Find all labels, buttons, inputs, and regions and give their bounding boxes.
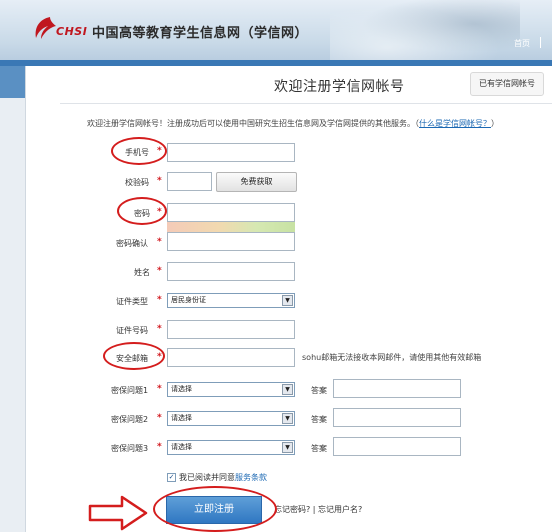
- annotation-circle-email: [103, 342, 165, 370]
- required-mark: *: [157, 176, 162, 186]
- intro-paren: ）: [491, 119, 499, 128]
- terms-link[interactable]: 服务条款: [235, 473, 267, 482]
- agree-checkbox[interactable]: ✓: [167, 473, 176, 482]
- question-1-value: 请选择: [171, 385, 192, 393]
- site-title: 中国高等教育学生信息网（学信网）: [92, 26, 309, 41]
- page-title: 欢迎注册学信网帐号: [274, 79, 405, 95]
- code-input[interactable]: [167, 172, 212, 191]
- security-question-2-select[interactable]: 请选择 ▼: [167, 411, 295, 426]
- security-question-3-select[interactable]: 请选择 ▼: [167, 440, 295, 455]
- name-input[interactable]: [167, 262, 295, 281]
- dropdown-arrow-icon: ▼: [282, 384, 293, 395]
- get-code-button[interactable]: 免费获取: [216, 172, 297, 192]
- nav-divider: [540, 37, 541, 48]
- forgot-links[interactable]: 忘记密码? | 忘记用户名?: [274, 504, 362, 515]
- security-question-1-select[interactable]: 请选择 ▼: [167, 382, 295, 397]
- chsi-logo-icon: [35, 17, 56, 39]
- confirm-password-label: 密码确认: [116, 239, 148, 248]
- answer-3-input[interactable]: [333, 437, 461, 456]
- email-hint: sohu邮箱无法接收本网邮件，请使用其他有效邮箱: [302, 353, 482, 362]
- phone-input[interactable]: [167, 143, 295, 162]
- logo-text: CHSI: [56, 25, 88, 38]
- answer-2-label: 答案: [311, 415, 327, 424]
- dropdown-arrow-icon: ▼: [282, 413, 293, 424]
- security-question-3-label: 密保问题3: [111, 444, 149, 453]
- answer-2-input[interactable]: [333, 408, 461, 427]
- intro-body: 欢迎注册学信网帐号！注册成功后可以使用中国研究生招生信息网及学信网提供的其他服务…: [87, 119, 419, 128]
- intro-text: 欢迎注册学信网帐号！注册成功后可以使用中国研究生招生信息网及学信网提供的其他服务…: [87, 118, 499, 129]
- code-label: 校验码: [125, 178, 149, 187]
- title-divider: [60, 103, 552, 104]
- required-mark: *: [157, 324, 162, 334]
- id-number-label: 证件号码: [116, 326, 148, 335]
- security-question-1-label: 密保问题1: [111, 386, 149, 395]
- what-is-account-link[interactable]: 什么是学信网帐号？: [419, 119, 491, 128]
- required-mark: *: [157, 384, 162, 394]
- agree-text: 我已阅读并同意服务条款: [179, 472, 267, 483]
- required-mark: *: [157, 295, 162, 305]
- dropdown-arrow-icon: ▼: [282, 442, 293, 453]
- header-banner-graphic: [330, 0, 520, 60]
- required-mark: *: [157, 237, 162, 247]
- security-question-2-label: 密保问题2: [111, 415, 149, 424]
- password-input[interactable]: [167, 203, 295, 222]
- annotation-arrow-icon: [88, 495, 148, 531]
- question-3-value: 请选择: [171, 443, 192, 451]
- answer-1-label: 答案: [311, 386, 327, 395]
- answer-1-input[interactable]: [333, 379, 461, 398]
- email-input[interactable]: [167, 348, 295, 367]
- required-mark: *: [157, 413, 162, 423]
- have-account-button[interactable]: 已有学信网帐号: [470, 72, 544, 96]
- question-2-value: 请选择: [171, 414, 192, 422]
- confirm-password-input[interactable]: [167, 232, 295, 251]
- annotation-circle-password: [117, 197, 167, 225]
- answer-3-label: 答案: [311, 444, 327, 453]
- site-header: CHSI 中国高等教育学生信息网（学信网） 首页: [0, 0, 552, 60]
- id-number-input[interactable]: [167, 320, 295, 339]
- id-type-label: 证件类型: [116, 297, 148, 306]
- left-gutter: [0, 98, 25, 532]
- annotation-circle-phone: [111, 137, 167, 165]
- password-strength-bar: [167, 222, 295, 232]
- annotation-circle-register: [153, 486, 277, 532]
- id-type-select[interactable]: 居民身份证 ▼: [167, 293, 295, 308]
- nav-home-link[interactable]: 首页: [514, 38, 530, 49]
- required-mark: *: [157, 442, 162, 452]
- agree-label: 我已阅读并同意: [179, 473, 235, 482]
- name-label: 姓名: [134, 268, 150, 277]
- id-type-value: 居民身份证: [171, 296, 206, 304]
- dropdown-arrow-icon: ▼: [282, 295, 293, 306]
- required-mark: *: [157, 266, 162, 276]
